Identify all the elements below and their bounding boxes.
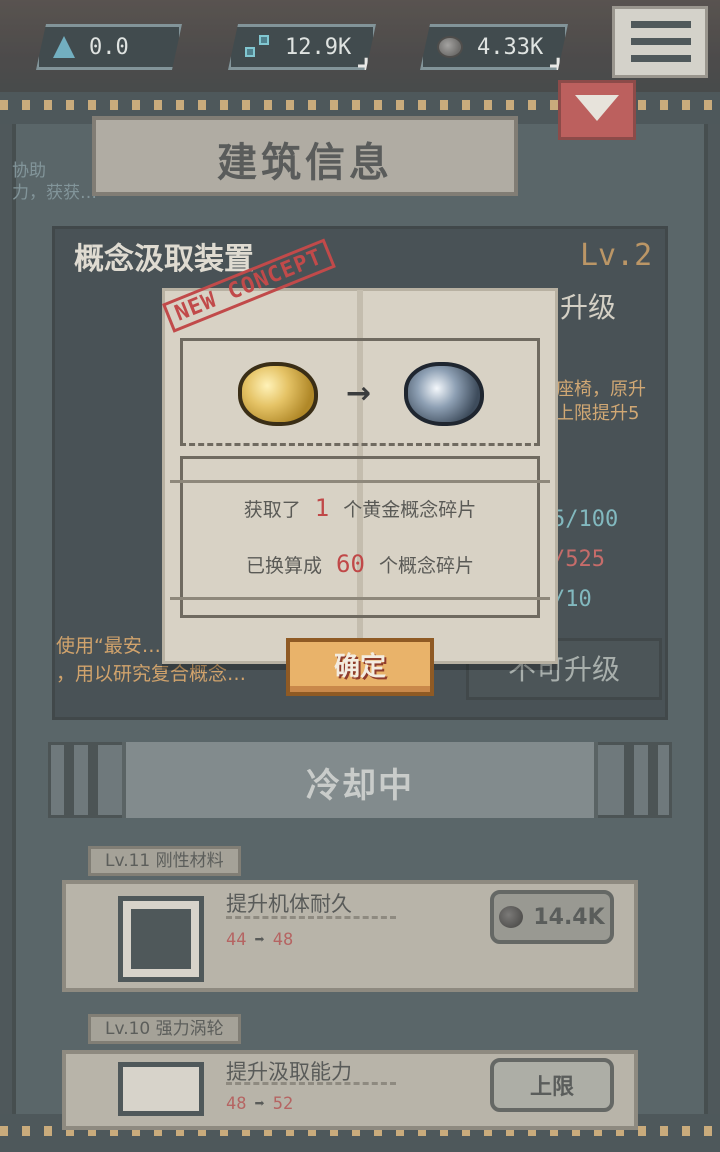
converted-count: 60 xyxy=(336,550,365,578)
gold-concept-fragment-icon xyxy=(238,362,318,426)
arrow-right-icon: → xyxy=(346,376,372,411)
concept-fragment-icon xyxy=(404,362,484,426)
converted-line: 已换算成 60 个概念碎片 xyxy=(180,550,540,578)
converted-suffix: 个概念碎片 xyxy=(378,555,474,577)
obtained-suffix: 个黄金概念碎片 xyxy=(343,499,477,521)
obtained-count: 1 xyxy=(314,494,330,522)
converted-prefix: 已换算成 xyxy=(246,555,323,577)
obtained-line: 获取了 1 个黄金概念碎片 xyxy=(180,494,540,522)
confirm-button[interactable]: 确定 xyxy=(286,638,434,696)
obtained-prefix: 获取了 xyxy=(243,499,301,521)
